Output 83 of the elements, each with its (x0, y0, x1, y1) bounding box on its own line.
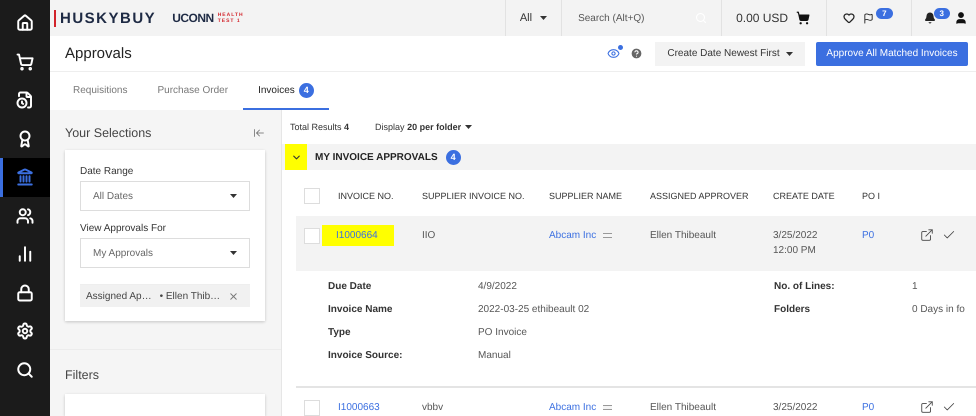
select-field[interactable]: All Dates (80, 181, 250, 211)
chip-key: Assigned Ap… (86, 290, 152, 302)
panel-title: Filters (65, 368, 100, 382)
supplier-link[interactable]: Abcam Inc (547, 400, 598, 415)
group-title: MY INVOICE APPROVALS (315, 152, 438, 162)
total-results: Total Results 4 (290, 122, 350, 132)
cart-icon[interactable] (796, 11, 810, 25)
close-icon[interactable] (228, 290, 240, 302)
brand-logo[interactable]: HUSKYBUY (54, 10, 156, 26)
detail-label: No. of Lines: (774, 280, 836, 294)
invoice-link[interactable]: I1000664 (322, 225, 394, 246)
column-header[interactable]: SUPPLIER INVOICE NO. (420, 191, 547, 201)
detail-label: Due Date (328, 280, 372, 294)
column-header[interactable]: CREATE DATE (771, 191, 860, 201)
page-title: Approvals (65, 45, 133, 62)
help-icon[interactable] (630, 47, 643, 60)
table-cell-text: Ellen Thibeault (649, 229, 717, 243)
org-logo: UCONN (172, 11, 214, 25)
sort-dropdown[interactable]: Create Date Newest First (655, 42, 805, 66)
table-cell-text: vbbv (421, 401, 444, 415)
display-dropdown[interactable]: Display 20 per folder (375, 122, 472, 132)
flag-icon[interactable] (863, 12, 874, 24)
caret-icon (465, 125, 472, 129)
tab[interactable]: Requisitions (58, 72, 142, 110)
count-badge: 3 (934, 8, 950, 18)
supplier-link[interactable]: Abcam Inc (547, 228, 598, 243)
po-link[interactable]: P0 (860, 400, 876, 415)
checkbox[interactable] (304, 228, 320, 244)
select-field[interactable]: My Approvals (80, 238, 250, 268)
users-icon (16, 206, 34, 225)
eye-icon[interactable] (607, 47, 620, 60)
field-label: View Approvals For (80, 223, 167, 234)
count-badge: 4 (298, 82, 314, 98)
caret-icon (230, 194, 237, 198)
count-badge: 4 (446, 150, 461, 164)
detail-value: 1 (912, 280, 919, 294)
detail-label: Type (328, 326, 352, 340)
document-clock-icon (16, 91, 34, 110)
caret-icon (786, 52, 793, 56)
table-cell-text: 3/25/2022 12:00 PM (772, 229, 818, 258)
tab[interactable]: Purchase Order (142, 72, 244, 110)
settings-icon (16, 322, 34, 340)
table-cell-text: Ellen Thibeault (649, 401, 717, 415)
external-link-icon[interactable] (920, 400, 934, 414)
checkbox[interactable] (304, 400, 320, 416)
detail-label: Invoice Name (328, 303, 394, 317)
approve-all-button[interactable]: Approve All Matched Invoices (816, 42, 968, 66)
table-cell-text: 3/25/2022 (772, 401, 818, 415)
heart-icon[interactable] (843, 12, 856, 24)
invoice-link[interactable]: I1000663 (336, 400, 382, 415)
caret-icon (230, 251, 237, 255)
search-icon (16, 360, 34, 379)
column-header[interactable]: SUPPLIER NAME (547, 191, 648, 201)
collapse-icon[interactable] (253, 127, 265, 139)
chip-value: • Ellen Thib… (160, 290, 220, 302)
user-icon[interactable] (954, 11, 968, 25)
column-header[interactable]: ASSIGNED APPROVER (648, 191, 771, 201)
detail-value: Manual (478, 349, 512, 363)
po-link[interactable]: P0 (860, 228, 876, 243)
table-cell-text: IIO (421, 229, 436, 243)
table-row[interactable]: I1000664 IIO Abcam Inc Ellen Thibeault 3/25/2022 12:00 PM P0 (296, 216, 976, 271)
bell-icon[interactable] (924, 12, 936, 24)
detail-value: 0 Days in fo (912, 303, 966, 317)
table-row[interactable]: I1000663 vbbv Abcam Inc Ellen Thibeault 3/25/2022 P0 (296, 387, 976, 416)
column-header[interactable]: INVOICE NO. (336, 191, 420, 201)
panel-title: Your Selections (65, 126, 152, 140)
field-label: Date Range (80, 166, 134, 177)
column-header[interactable]: PO I (860, 191, 920, 201)
lock-icon (16, 284, 34, 302)
count-badge: 7 (876, 8, 893, 18)
detail-value: 2022-03-25 ethibeault 02 (478, 303, 590, 317)
caret-icon (540, 16, 548, 20)
detail-value: PO Invoice (478, 326, 528, 340)
external-link-icon[interactable] (920, 228, 934, 242)
detail-label: Invoice Source: (328, 349, 404, 363)
cart-total: 0.00 USD (736, 11, 788, 25)
bar-chart-icon (16, 245, 34, 264)
checkbox[interactable] (304, 188, 320, 204)
bank-icon (16, 168, 34, 186)
home-icon (16, 14, 34, 32)
detail-label: Folders (774, 303, 812, 317)
cart-icon (16, 52, 34, 71)
detail-value: 4/9/2022 (478, 280, 518, 294)
